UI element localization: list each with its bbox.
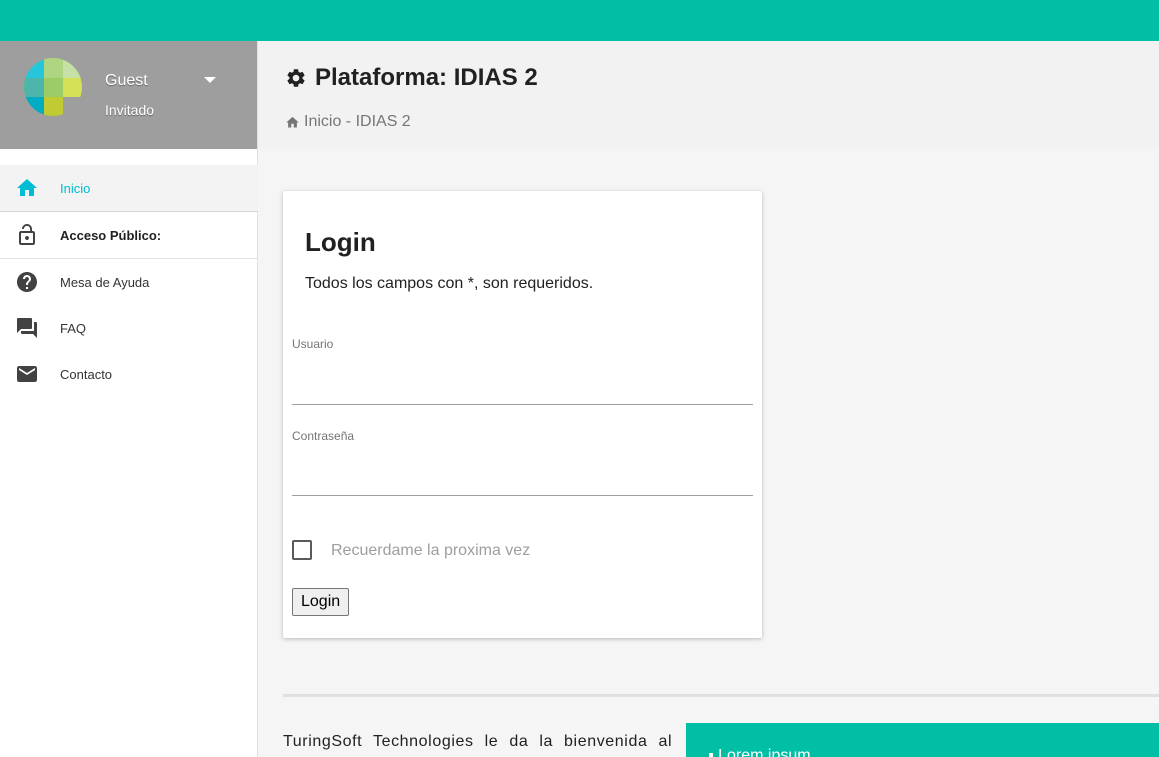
- profile-name: Guest: [105, 72, 148, 89]
- breadcrumb-text[interactable]: Inicio - IDIAS 2: [304, 113, 411, 131]
- page-header: Plataforma: IDIAS 2 Inicio - IDIAS 2: [258, 41, 1159, 149]
- sidebar-item-contacto[interactable]: Contacto: [0, 351, 258, 397]
- sidebar-menu: Inicio Acceso Público: Mesa de Ayuda FAQ…: [0, 165, 258, 397]
- home-icon: [286, 116, 299, 127]
- sidebar-item-label: FAQ: [60, 320, 87, 336]
- welcome-text: TuringSoft Technologies le da la bienven…: [283, 733, 673, 750]
- sidebar-item-inicio[interactable]: Inicio: [0, 165, 258, 212]
- breadcrumb: Inicio - IDIAS 2: [285, 113, 411, 131]
- user-profile-panel: Guest Invitado: [0, 41, 257, 149]
- sidebar-item-faq[interactable]: FAQ: [0, 305, 258, 351]
- gear-icon: [287, 69, 305, 87]
- remember-me-label[interactable]: Recuerdame la proxima vez: [331, 542, 530, 560]
- username-field[interactable]: [292, 375, 753, 405]
- sidebar-item-label: Mesa de Ayuda: [60, 274, 150, 290]
- username-label: Usuario: [292, 337, 334, 351]
- sidebar-item-label: Inicio: [60, 180, 91, 196]
- sidebar-item-label: Contacto: [60, 366, 113, 382]
- lock-open-icon: [15, 223, 39, 247]
- page-title-text: Plataforma: IDIAS 2: [315, 64, 538, 91]
- section-divider: [283, 694, 1159, 697]
- sidebar-item-label: Acceso Público:: [60, 227, 162, 243]
- password-field[interactable]: [292, 466, 753, 496]
- sidebar-item-mesa-de-ayuda[interactable]: Mesa de Ayuda: [0, 259, 258, 305]
- mosaic-avatar-icon: [24, 58, 82, 116]
- info-panel: ▪ Lorem ipsum: [686, 723, 1159, 757]
- home-icon: [15, 176, 39, 200]
- info-panel-text: ▪ Lorem ipsum: [708, 747, 811, 757]
- help-circle-icon: [15, 270, 39, 294]
- login-title: Login: [305, 227, 376, 257]
- login-card: Login Todos los campos con *, son requer…: [283, 191, 762, 638]
- login-required-note: Todos los campos con *, son requeridos.: [305, 275, 594, 292]
- forum-icon: [15, 316, 39, 340]
- login-button[interactable]: Login: [292, 588, 350, 616]
- caret-down-icon[interactable]: [204, 77, 216, 83]
- page-title: Plataforma: IDIAS 2: [285, 64, 538, 92]
- remember-me-checkbox[interactable]: [292, 540, 312, 560]
- sidebar: Guest Invitado Inicio Acceso Público: Me…: [0, 41, 258, 757]
- top-app-bar: [0, 0, 1159, 41]
- profile-role: Invitado: [105, 102, 155, 118]
- sidebar-section-acceso-publico: Acceso Público:: [0, 212, 258, 259]
- password-label: Contraseña: [292, 429, 355, 443]
- mail-icon: [15, 362, 39, 386]
